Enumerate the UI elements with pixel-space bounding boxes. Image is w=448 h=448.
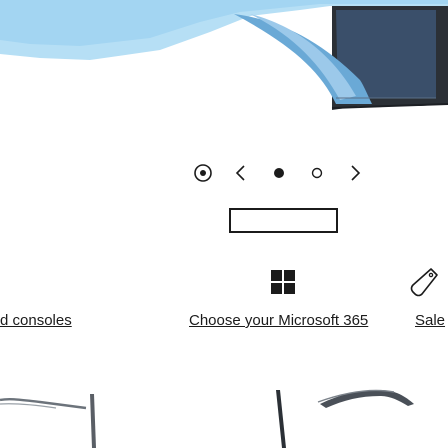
bottom-product-image xyxy=(0,380,448,448)
next-slide-button[interactable] xyxy=(336,160,374,186)
windows-logo-icon xyxy=(269,268,297,301)
tile-link-microsoft-365[interactable]: Choose your Microsoft 365 xyxy=(189,312,368,330)
slide-dot-1[interactable] xyxy=(260,160,298,186)
price-tag-icon xyxy=(410,266,440,303)
slide-dot-2[interactable] xyxy=(298,160,336,186)
page: d consoles Choose your Microsoft 365 Sal… xyxy=(0,0,448,448)
pause-icon xyxy=(192,162,214,184)
inactive-dot-icon xyxy=(310,166,324,180)
carousel-controls xyxy=(184,160,374,186)
active-dot-icon xyxy=(272,166,286,180)
chevron-right-icon xyxy=(347,163,363,183)
focus-outline[interactable] xyxy=(229,208,338,233)
hero-image xyxy=(0,0,448,130)
pause-button[interactable] xyxy=(184,160,222,186)
chevron-left-icon xyxy=(233,163,249,183)
tile-link-sale[interactable]: Sale xyxy=(415,312,445,330)
tile-link-consoles[interactable]: d consoles xyxy=(0,312,72,330)
previous-slide-button[interactable] xyxy=(222,160,260,186)
